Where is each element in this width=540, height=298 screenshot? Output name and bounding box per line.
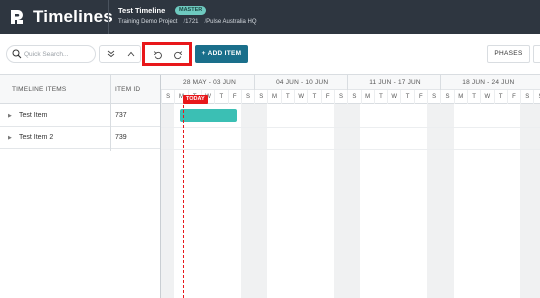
- app-title: Timelines: [33, 7, 113, 26]
- today-marker-line: [183, 100, 184, 298]
- week-header-label: 11 JUN - 17 JUN: [369, 79, 421, 86]
- weekend-column: [427, 104, 441, 298]
- week-separator: [440, 75, 442, 90]
- header-divider: [108, 0, 109, 34]
- pulse-logo-icon[interactable]: [8, 8, 26, 26]
- table-row[interactable]: ▶ Test Item 737: [0, 105, 160, 127]
- breadcrumb-site: Pulse Australia HQ: [206, 19, 257, 25]
- expand-all-icon: [107, 50, 115, 58]
- day-header-cell: M: [360, 90, 374, 104]
- today-marker-label: TODAY: [183, 95, 208, 104]
- caret-right-icon[interactable]: ▶: [8, 135, 12, 141]
- day-header-cell: S: [427, 90, 440, 104]
- redo-icon: [174, 51, 183, 60]
- week-header-label: 04 JUN - 10 JUN: [276, 79, 329, 86]
- row-item-id: 739: [115, 134, 127, 141]
- gantt-row-line: [161, 149, 540, 150]
- day-header-cell: T: [373, 90, 387, 104]
- day-header-cell: S: [254, 90, 267, 104]
- day-header-cell: S: [520, 90, 533, 104]
- day-header-cell: W: [480, 90, 493, 104]
- day-header-cell: T: [307, 90, 320, 104]
- row-item-name: Test Item: [19, 112, 48, 119]
- breadcrumb-project[interactable]: Training Demo Project: [118, 19, 177, 25]
- day-header-cell: M: [267, 90, 280, 104]
- day-header-cell: M: [453, 90, 467, 104]
- day-header-cell: S: [240, 90, 254, 104]
- column-separator: [110, 75, 111, 151]
- day-header-cell: S: [333, 90, 347, 104]
- task-bar[interactable]: [180, 109, 237, 122]
- weekend-column: [347, 104, 361, 298]
- week-separator: [347, 75, 349, 90]
- day-header-cell: W: [294, 90, 307, 104]
- expand-collapse-group: [99, 45, 141, 63]
- weekend-column: [161, 104, 175, 298]
- collapse-all-button[interactable]: [121, 46, 141, 62]
- undo-button[interactable]: [148, 47, 168, 61]
- column-header-items[interactable]: TIMELINE ITEMS: [12, 86, 66, 93]
- weekend-column: [333, 104, 348, 298]
- search-box[interactable]: [6, 45, 96, 63]
- day-header-cell: S: [347, 90, 360, 104]
- day-header-cell: T: [466, 90, 480, 104]
- timeline-name: Test Timeline: [118, 6, 166, 15]
- day-header-cell: F: [413, 90, 427, 104]
- day-header-cell: F: [320, 90, 334, 104]
- breadcrumb-project-number: 1721: [185, 19, 199, 25]
- week-header-label: 18 JUN - 24 JUN: [462, 79, 515, 86]
- master-badge: MASTER: [175, 6, 207, 15]
- day-header-cell: S: [533, 90, 540, 104]
- day-header-cell: T: [280, 90, 294, 104]
- search-input[interactable]: [24, 47, 92, 61]
- weekend-column: [240, 104, 255, 298]
- day-header-cell: F: [506, 90, 520, 104]
- redo-button[interactable]: [168, 47, 188, 61]
- day-header-cell: W: [387, 90, 400, 104]
- day-header-cell: S: [440, 90, 453, 104]
- column-header-item-id[interactable]: ITEM ID: [115, 86, 140, 93]
- day-header-cell: F: [227, 90, 241, 104]
- add-item-button[interactable]: + ADD ITEM: [195, 45, 248, 63]
- breadcrumb: Training Demo Project/1721/Pulse Austral…: [118, 19, 257, 25]
- phases-button[interactable]: PHASES: [487, 45, 530, 63]
- search-icon: [12, 49, 22, 59]
- day-header-cell: S: [161, 90, 174, 104]
- weekend-column: [520, 104, 534, 298]
- table-row[interactable]: ▶ Test Item 2 739: [0, 127, 160, 149]
- day-header-cell: T: [400, 90, 413, 104]
- more-button[interactable]: [533, 45, 540, 63]
- weekend-column: [440, 104, 454, 298]
- gantt-row-line: [161, 127, 540, 128]
- expand-all-button[interactable]: [101, 46, 121, 62]
- undo-redo-group: [142, 42, 192, 66]
- caret-right-icon[interactable]: ▶: [8, 113, 12, 119]
- collapse-all-icon: [127, 51, 135, 57]
- weekend-column: [254, 104, 268, 298]
- row-item-id: 737: [115, 112, 127, 119]
- day-header-cell: T: [493, 90, 507, 104]
- weekend-column: [533, 104, 540, 298]
- row-item-name: Test Item 2: [19, 134, 54, 141]
- week-separator: [254, 75, 256, 90]
- day-header-cell: T: [214, 90, 227, 104]
- week-header-label: 28 MAY - 03 JUN: [183, 79, 236, 86]
- undo-icon: [153, 51, 162, 60]
